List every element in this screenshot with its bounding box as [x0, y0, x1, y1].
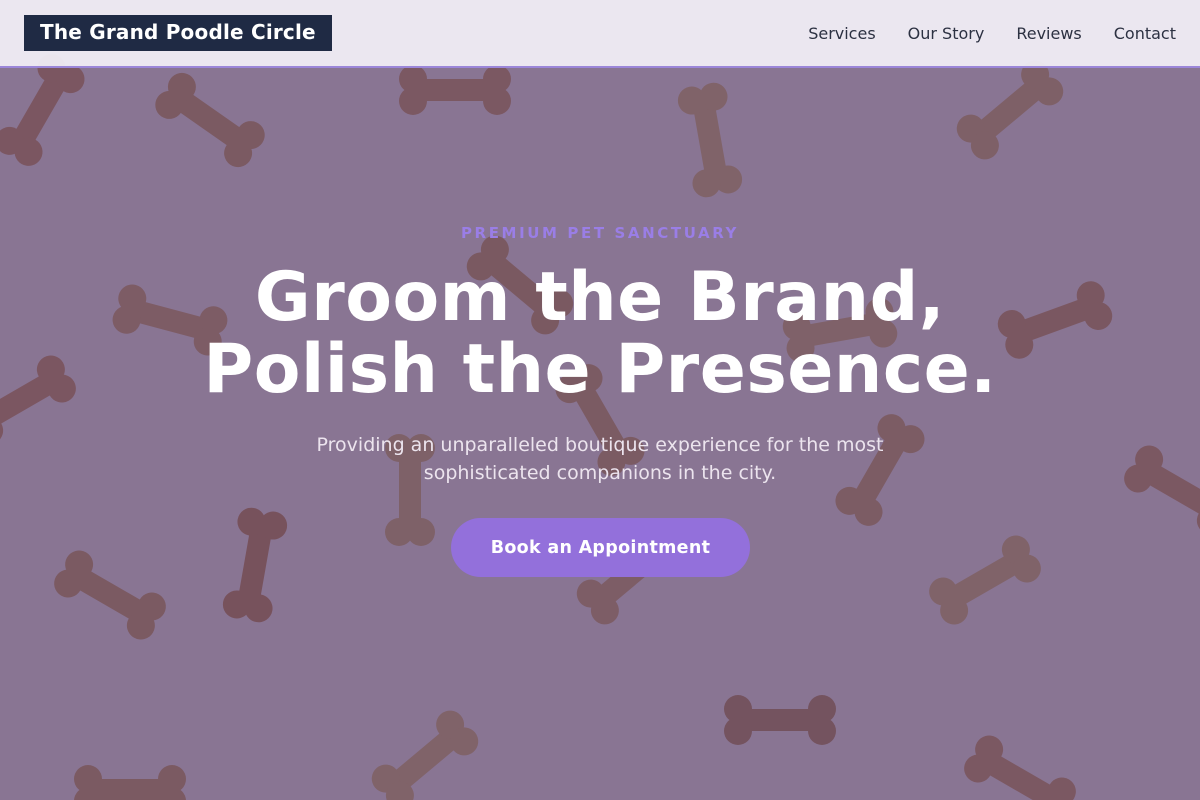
hero-headline: Groom the Brand, Polish the Presence.	[0, 262, 1200, 406]
site-header: The Grand Poodle Circle Services Our Sto…	[0, 0, 1200, 68]
nav-link-our-story[interactable]: Our Story	[908, 24, 985, 43]
book-appointment-button[interactable]: Book an Appointment	[451, 518, 750, 577]
hero-headline-line-1: Groom the Brand,	[254, 258, 946, 337]
hero-eyebrow: PREMIUM PET SANCTUARY	[460, 224, 740, 242]
hero-subtitle: Providing an unparalleled boutique exper…	[316, 434, 884, 484]
nav-link-reviews[interactable]: Reviews	[1016, 24, 1081, 43]
hero-section: PREMIUM PET SANCTUARY Groom the Brand, P…	[0, 0, 1200, 800]
nav-link-contact[interactable]: Contact	[1114, 24, 1176, 43]
site-logo[interactable]: The Grand Poodle Circle	[24, 15, 332, 51]
landing-page: The Grand Poodle Circle Services Our Sto…	[0, 0, 1200, 800]
hero-headline-line-2: Polish the Presence.	[203, 330, 997, 409]
nav-link-services[interactable]: Services	[808, 24, 875, 43]
main-nav: Services Our Story Reviews Contact	[808, 24, 1176, 43]
